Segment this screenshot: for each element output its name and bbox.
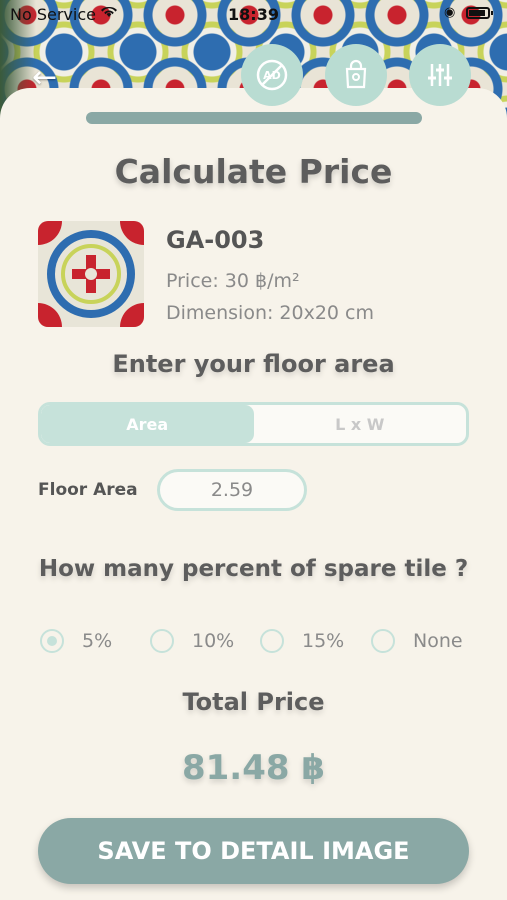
product-price: Price: 30 ฿/m² bbox=[166, 270, 300, 292]
sheet-drag-handle[interactable] bbox=[86, 112, 422, 124]
shop-button[interactable] bbox=[325, 44, 387, 106]
spare-option-label: None bbox=[413, 630, 463, 652]
filter-button[interactable] bbox=[409, 44, 471, 106]
clock: 18:39 bbox=[228, 5, 279, 24]
spare-option-label: 5% bbox=[82, 630, 113, 652]
radio-unchecked-icon[interactable] bbox=[260, 629, 284, 653]
total-price-value: 81.48 ฿ bbox=[181, 748, 326, 788]
spare-option-5[interactable]: 5% bbox=[40, 626, 112, 656]
spare-option-10[interactable]: 10% bbox=[150, 626, 234, 656]
total-price-heading: Total Price bbox=[182, 688, 325, 716]
dimension-value: 20x20 cm bbox=[279, 302, 374, 324]
no-ads-icon: AD bbox=[256, 59, 288, 91]
segment-length-width[interactable]: L x W bbox=[254, 405, 467, 443]
product-thumbnail bbox=[38, 221, 144, 327]
sliders-icon bbox=[428, 64, 452, 86]
floor-area-input[interactable] bbox=[157, 469, 307, 511]
save-to-detail-image-button[interactable]: SAVE TO DETAIL IMAGE bbox=[38, 818, 469, 884]
radio-unchecked-icon[interactable] bbox=[371, 629, 395, 653]
status-bar: No Service 18:39 ◉ bbox=[0, 0, 507, 30]
segment-area[interactable]: Area bbox=[41, 405, 254, 443]
floor-area-label: Floor Area bbox=[38, 480, 138, 500]
area-mode-segmented-control: Area L x W bbox=[38, 402, 469, 446]
radio-unchecked-icon[interactable] bbox=[150, 629, 174, 653]
orientation-lock-icon: ◉ bbox=[444, 5, 456, 20]
no-ads-button[interactable]: AD bbox=[241, 44, 303, 106]
radio-checked-icon[interactable] bbox=[40, 629, 64, 653]
page-title: Calculate Price bbox=[114, 152, 393, 191]
product-dimension: Dimension: 20x20 cm bbox=[166, 302, 374, 324]
spare-option-none[interactable]: None bbox=[371, 626, 463, 656]
spare-tile-heading: How many percent of spare tile ? bbox=[38, 556, 469, 582]
shopping-bag-location-icon bbox=[345, 59, 367, 89]
svg-text:AD: AD bbox=[263, 69, 281, 82]
price-value: 30 ฿/m² bbox=[224, 270, 300, 292]
spare-option-label: 10% bbox=[192, 630, 235, 652]
spare-option-15[interactable]: 15% bbox=[260, 626, 344, 656]
battery-icon bbox=[466, 7, 493, 19]
dimension-label: Dimension: bbox=[166, 302, 274, 324]
floor-area-heading: Enter your floor area bbox=[112, 350, 395, 378]
spare-option-label: 15% bbox=[302, 630, 345, 652]
product-code: GA-003 bbox=[166, 226, 265, 254]
back-arrow-icon[interactable]: ← bbox=[32, 60, 57, 95]
price-label: Price: bbox=[166, 270, 219, 292]
